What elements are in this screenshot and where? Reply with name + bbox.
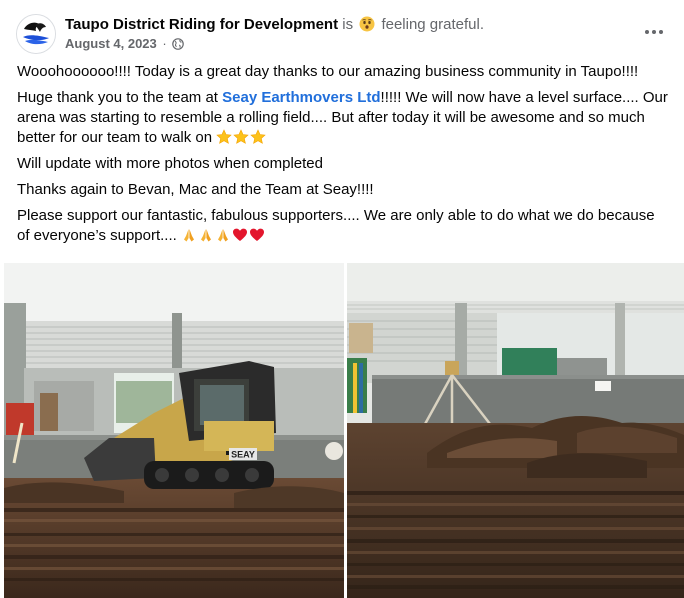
post-meta: August 4, 2023 · [65, 36, 185, 52]
grateful-face-emoji-icon [359, 16, 375, 32]
red-heart-emoji-icon [249, 227, 265, 243]
page-name-link[interactable]: Taupo District Riding for Development [65, 16, 338, 33]
post-paragraph-4: Thanks again to Bevan, Mac and the Team … [17, 181, 374, 198]
paragraph-5-text: Please support our fantastic, fabulous s… [17, 207, 655, 244]
post-paragraph-2: Huge thank you to the team at Seay Earth… [17, 88, 671, 148]
post-date-link[interactable]: August 4, 2023 [65, 36, 157, 51]
is-text: is [342, 16, 354, 33]
post-author-line: Taupo District Riding for Development is… [65, 15, 484, 35]
seay-earthmovers-mention-link[interactable]: Seay Earthmovers Ltd [222, 89, 380, 106]
star-emoji-icon [233, 129, 249, 145]
photo-arena-dirt-mounds[interactable] [347, 263, 684, 598]
star-emoji-icon [216, 129, 232, 145]
photo-skid-steer-in-arena[interactable]: SEAY [4, 263, 344, 598]
more-options-button[interactable] [636, 14, 672, 50]
post-paragraph-5: Please support our fantastic, fabulous s… [17, 206, 671, 246]
facebook-post: Taupo District Riding for Development is… [0, 0, 684, 598]
post-photos: SEAY [4, 263, 684, 598]
post-header: Taupo District Riding for Development is… [0, 0, 684, 62]
folded-hands-emoji-icon [181, 227, 197, 243]
more-options-icon [645, 30, 663, 34]
page-avatar[interactable] [16, 14, 56, 54]
star-emoji-icon [250, 129, 266, 145]
paragraph-2-text-start: Huge thank you to the team at [17, 89, 223, 106]
globe-icon[interactable] [172, 38, 185, 50]
post-paragraph-1: Wooohoooooo!!!! Today is a great day tha… [17, 63, 639, 80]
feeling-text: feeling grateful. [381, 16, 485, 33]
folded-hands-emoji-icon [215, 227, 231, 243]
post-body: Wooohoooooo!!!! Today is a great day tha… [17, 62, 671, 252]
post-paragraph-3: Will update with more photos when comple… [17, 155, 323, 172]
folded-hands-emoji-icon [198, 227, 214, 243]
red-heart-emoji-icon [232, 227, 248, 243]
meta-separator: · [162, 36, 167, 51]
seay-badge-text: SEAY [231, 450, 255, 460]
